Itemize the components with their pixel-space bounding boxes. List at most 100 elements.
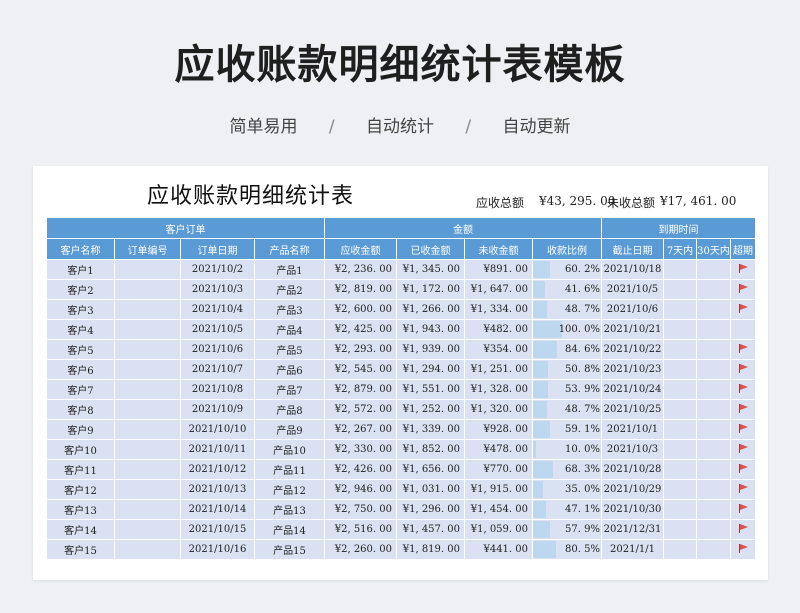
table-body: 客户1 2021/10/2 产品1 ¥2, 236. 00 ¥1, 345. 00 ¥89… [46, 259, 756, 560]
product-cell: 产品11 [254, 459, 325, 480]
overdue-cell [730, 519, 756, 540]
overdue-cell [730, 499, 756, 520]
order-date-cell: 2021/10/6 [180, 339, 255, 360]
within-30-days-cell [696, 519, 731, 540]
customer-cell: 客户5 [46, 339, 115, 360]
order-number-cell [114, 379, 181, 400]
ratio-value: 60. 2% [565, 264, 600, 275]
order-number-cell [114, 399, 181, 420]
flag-icon [738, 343, 748, 353]
overdue-cell [730, 259, 756, 280]
flag-icon [738, 283, 748, 293]
table-row: 客户2 2021/10/3 产品2 ¥2, 819. 00 ¥1, 172. 00 ¥1,… [46, 279, 756, 300]
order-number-cell [114, 279, 181, 300]
order-date-cell: 2021/10/8 [180, 379, 255, 400]
table-row: 客户6 2021/10/7 产品6 ¥2, 545. 00 ¥1, 294. 00 ¥1,… [46, 359, 756, 380]
within-30-days-cell [696, 299, 731, 320]
within-7-days-cell [663, 399, 697, 420]
total-receivable-label: 应收总额 [476, 196, 525, 210]
customer-cell: 客户15 [46, 539, 115, 560]
customer-cell: 客户1 [46, 259, 115, 280]
customer-cell: 客户7 [46, 379, 115, 400]
ratio-cell: 84. 6% [532, 339, 602, 360]
overdue-cell [730, 299, 756, 320]
total-receivable-value: ¥43, 295. 00 [539, 194, 616, 208]
product-cell: 产品12 [254, 479, 325, 500]
amount-paid-cell: ¥1, 939. 00 [396, 339, 465, 360]
order-date-cell: 2021/10/13 [180, 479, 255, 500]
within-7-days-cell [663, 439, 697, 460]
subtitle-feature-2: 自动统计 [366, 117, 434, 137]
column-header-row: 客户名称 订单编号 订单日期 产品名称 应收金额 已收金额 未收金额 收款比例 … [46, 238, 756, 260]
product-cell: 产品15 [254, 539, 325, 560]
column-header: 客户名称 [46, 238, 115, 260]
amount-unpaid-cell: ¥1, 454. 00 [464, 499, 533, 520]
table-row: 客户11 2021/10/12 产品11 ¥2, 426. 00 ¥1, 656. 00… [46, 459, 756, 480]
amount-due-cell: ¥2, 236. 00 [324, 259, 397, 280]
amount-unpaid-cell: ¥1, 334. 00 [464, 299, 533, 320]
table-row: 客户5 2021/10/6 产品5 ¥2, 293. 00 ¥1, 939. 00 ¥35… [46, 339, 756, 360]
column-header: 已收金额 [396, 238, 465, 260]
table-row: 客户1 2021/10/2 产品1 ¥2, 236. 00 ¥1, 345. 00 ¥89… [46, 259, 756, 280]
product-cell: 产品3 [254, 299, 325, 320]
flag-icon [738, 543, 748, 553]
table-row: 客户3 2021/10/4 产品3 ¥2, 600. 00 ¥1, 266. 00 ¥1,… [46, 299, 756, 320]
within-7-days-cell [663, 459, 697, 480]
ratio-value: 35. 0% [565, 484, 600, 495]
within-7-days-cell [663, 279, 697, 300]
within-30-days-cell [696, 279, 731, 300]
amount-due-cell: ¥2, 572. 00 [324, 399, 397, 420]
receivables-table: 客户订单 金额 到期时间 客户名称 订单编号 订单日期 产品名称 应收金额 已收… [46, 217, 756, 560]
within-7-days-cell [663, 539, 697, 560]
ratio-cell: 68. 3% [532, 459, 602, 480]
flag-icon [738, 423, 748, 433]
amount-due-cell: ¥2, 600. 00 [324, 299, 397, 320]
sheet-title: 应收账款明细统计表 [147, 184, 355, 209]
amount-paid-cell: ¥1, 294. 00 [396, 359, 465, 380]
deadline-cell: 2021/10/6 [601, 299, 664, 320]
ratio-value: 80. 5% [565, 544, 600, 555]
ratio-value: 48. 7% [565, 404, 600, 415]
amount-paid-cell: ¥1, 852. 00 [396, 439, 465, 460]
ratio-value: 10. 0% [565, 444, 600, 455]
order-date-cell: 2021/10/12 [180, 459, 255, 480]
within-30-days-cell [696, 439, 731, 460]
overdue-cell [730, 379, 756, 400]
amount-due-cell: ¥2, 330. 00 [324, 439, 397, 460]
order-number-cell [114, 539, 181, 560]
customer-cell: 客户13 [46, 499, 115, 520]
column-header: 应收金额 [324, 238, 397, 260]
amount-paid-cell: ¥1, 266. 00 [396, 299, 465, 320]
product-cell: 产品7 [254, 379, 325, 400]
deadline-cell: 2021/10/5 [601, 279, 664, 300]
amount-paid-cell: ¥1, 819. 00 [396, 539, 465, 560]
flag-icon [738, 463, 748, 473]
table-row: 客户7 2021/10/8 产品7 ¥2, 879. 00 ¥1, 551. 00 ¥1,… [46, 379, 756, 400]
amount-unpaid-cell: ¥770. 00 [464, 459, 533, 480]
order-number-cell [114, 519, 181, 540]
order-date-cell: 2021/10/4 [180, 299, 255, 320]
column-header: 30天内 [696, 238, 731, 260]
product-cell: 产品13 [254, 499, 325, 520]
ratio-value: 48. 7% [565, 304, 600, 315]
table-row: 客户9 2021/10/10 产品9 ¥2, 267. 00 ¥1, 339. 00 ¥9… [46, 419, 756, 440]
flag-icon [738, 483, 748, 493]
flag-icon [738, 363, 748, 373]
column-header: 订单编号 [114, 238, 181, 260]
flag-icon [738, 303, 748, 313]
ratio-value: 84. 6% [565, 344, 600, 355]
within-30-days-cell [696, 359, 731, 380]
total-unpaid-value: ¥17, 461. 00 [660, 194, 737, 208]
amount-due-cell: ¥2, 750. 00 [324, 499, 397, 520]
flag-icon [738, 443, 748, 453]
order-date-cell: 2021/10/7 [180, 359, 255, 380]
amount-paid-cell: ¥1, 345. 00 [396, 259, 465, 280]
product-cell: 产品2 [254, 279, 325, 300]
amount-unpaid-cell: ¥1, 328. 00 [464, 379, 533, 400]
within-7-days-cell [663, 499, 697, 520]
product-cell: 产品8 [254, 399, 325, 420]
overdue-cell [730, 539, 756, 560]
ratio-cell: 80. 5% [532, 539, 602, 560]
subtitle-separator: / [465, 117, 472, 137]
amount-due-cell: ¥2, 819. 00 [324, 279, 397, 300]
